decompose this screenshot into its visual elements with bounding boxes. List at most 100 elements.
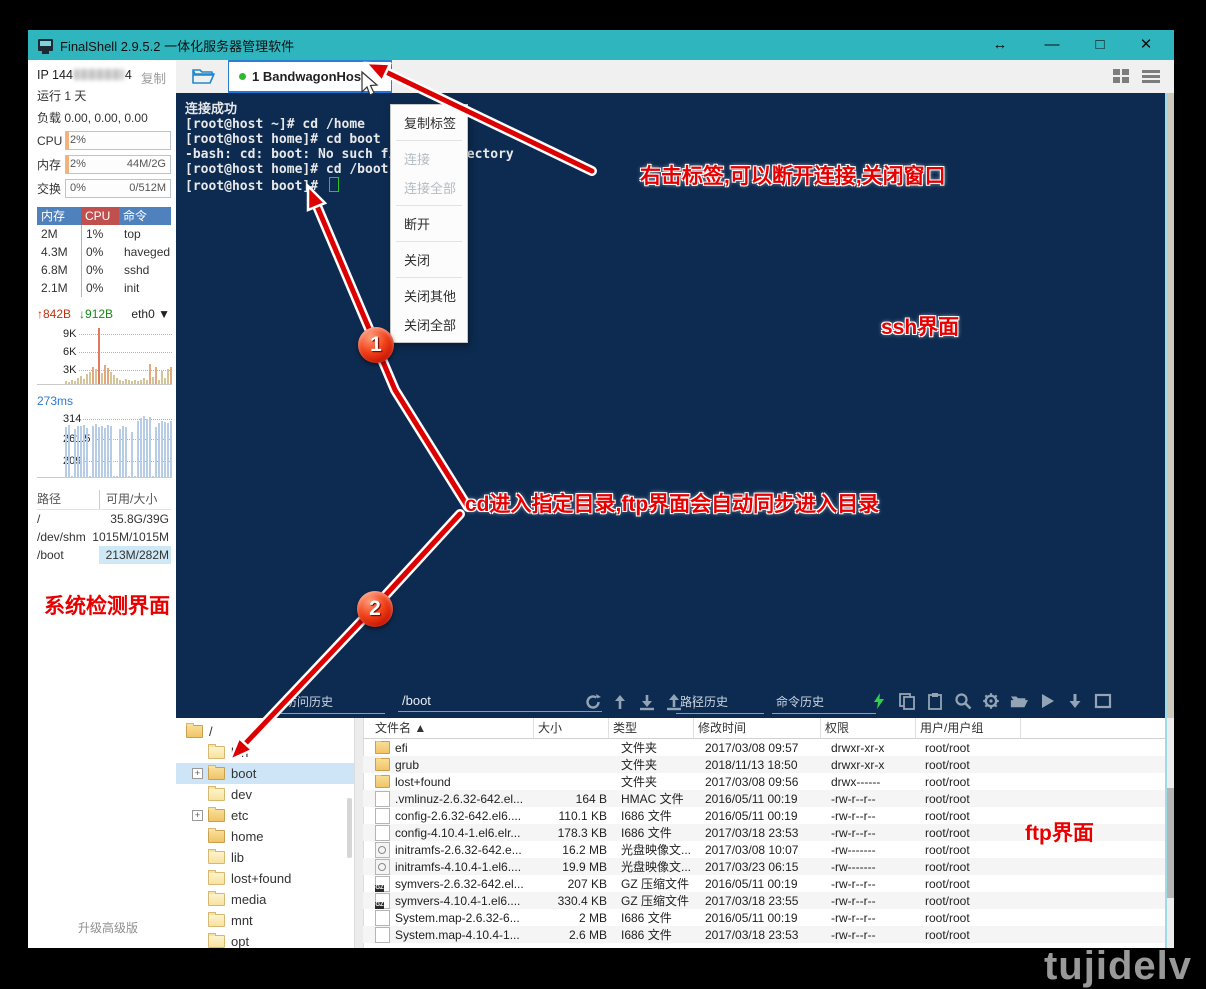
uptime-label: 运行 1 天 [37, 87, 170, 104]
bar [101, 373, 103, 384]
tree-item-boot[interactable]: +boot [176, 763, 354, 784]
tree-item-lib[interactable]: lib [176, 847, 354, 868]
settings-gear-icon[interactable] [982, 692, 1000, 710]
tree-item-media[interactable]: media [176, 889, 354, 910]
ftp-scrollbar[interactable] [1165, 718, 1174, 948]
expander-icon[interactable]: + [192, 768, 203, 779]
menu-item-复制标签[interactable]: 复制标签 [391, 108, 467, 137]
copy-ip-button[interactable]: 复制 [141, 68, 166, 87]
file-row[interactable]: efi文件夹2017/03/08 09:57drwxr-xr-xroot/roo… [363, 739, 1167, 756]
sync-lightning-icon[interactable] [870, 692, 888, 710]
tree-item-bin[interactable]: bin [176, 742, 354, 763]
grid-view-icon[interactable] [1113, 69, 1130, 84]
file-row[interactable]: config-2.6.32-642.el6....110.1 KBI686 文件… [363, 807, 1167, 824]
tab-bandwagonhost[interactable]: 1 BandwagonHost [228, 60, 392, 94]
tree-item-dev[interactable]: dev [176, 784, 354, 805]
refresh-icon[interactable] [584, 693, 602, 711]
file-icon [375, 927, 390, 943]
memory-label: 内存 [37, 156, 65, 173]
terminal-line: [root@host home]# cd boot [185, 132, 1167, 147]
network-graph: 9K6K3K [37, 324, 172, 385]
folder-icon [208, 746, 225, 759]
paste-icon[interactable] [926, 692, 944, 710]
maximize-button[interactable]: □ [1078, 30, 1122, 60]
network-stats: ↑842B ↓912B eth0 ▼ [37, 307, 170, 321]
file-col-header[interactable]: 修改时间 [694, 718, 821, 738]
parent-directory-icon[interactable] [611, 693, 629, 711]
memory-progressbar: 2% 44M/2G [65, 155, 171, 174]
ssh-terminal[interactable]: 连接成功[root@host ~]# cd /home[root@host ho… [176, 93, 1167, 697]
disk-table: 路径 可用/大小 /35.8G/39G/dev/shm1015M/1015M/b… [37, 490, 171, 564]
process-table: 内存 CPU 命令 2M1%top4.3M0%haveged6.8M0%sshd… [37, 207, 171, 297]
tree-item-/[interactable]: / [176, 721, 354, 742]
path-history-dropdown[interactable]: 路径历史 [676, 692, 764, 714]
file-row[interactable]: symvers-2.6.32-642.el...207 KBGZ 压缩文件201… [363, 875, 1167, 892]
open-connection-folder-icon[interactable] [191, 66, 215, 86]
copy-icon[interactable] [898, 692, 916, 710]
path-input[interactable]: /boot [398, 692, 602, 712]
menu-item-连接: 连接 [391, 144, 467, 173]
bar [146, 419, 148, 477]
bar [110, 426, 112, 477]
file-row[interactable]: initramfs-4.10.4-1.el6....19.9 MB光盘映像文..… [363, 858, 1167, 875]
bar [122, 381, 124, 384]
download-icon[interactable] [638, 693, 656, 711]
tree-item-lost+found[interactable]: lost+found [176, 868, 354, 889]
file-row[interactable]: symvers-4.10.4-1.el6....330.4 KBGZ 压缩文件2… [363, 892, 1167, 909]
tree-item-etc[interactable]: +etc [176, 805, 354, 826]
menu-item-关闭全部[interactable]: 关闭全部 [391, 310, 467, 339]
file-col-header[interactable]: 大小 [534, 718, 609, 738]
file-row[interactable]: initramfs-2.6.32-642.e...16.2 MB光盘映像文...… [363, 841, 1167, 858]
tree-scrollbar[interactable] [347, 798, 352, 858]
process-row[interactable]: 6.8M0%sshd [37, 261, 171, 279]
file-col-header[interactable]: 文件名 ▲ [371, 718, 534, 738]
terminal-scrollbar[interactable] [1165, 93, 1174, 718]
tree-item-home[interactable]: home [176, 826, 354, 847]
file-col-header[interactable]: 类型 [609, 718, 694, 738]
tree-item-label: home [231, 829, 264, 844]
tab-context-menu: 复制标签连接连接全部断开关闭关闭其他关闭全部 [390, 104, 468, 343]
menu-item-断开[interactable]: 断开 [391, 209, 467, 238]
bar [83, 379, 85, 384]
watermark: tujidelv [1044, 944, 1192, 989]
bar [74, 381, 76, 384]
bar [125, 427, 127, 477]
file-row[interactable]: lost+found文件夹2017/03/08 09:56drwx------r… [363, 773, 1167, 790]
window-icon[interactable] [1094, 692, 1112, 710]
file-icon [375, 910, 390, 926]
col-cpu: CPU [81, 207, 119, 225]
file-row[interactable]: grub文件夹2018/11/13 18:50drwxr-xr-xroot/ro… [363, 756, 1167, 773]
file-name: symvers-4.10.4-1.el6.... [395, 894, 520, 908]
folder-icon [208, 851, 225, 864]
search-icon[interactable] [954, 692, 972, 710]
file-row[interactable]: System.map-2.6.32-6...2 MBI686 文件2016/05… [363, 909, 1167, 926]
file-col-header[interactable]: 权限 [821, 718, 916, 738]
process-row[interactable]: 2M1%top [37, 225, 171, 243]
close-button[interactable]: ✕ [1124, 30, 1168, 60]
bar [95, 424, 97, 477]
bar [113, 476, 115, 477]
process-row[interactable]: 4.3M0%haveged [37, 243, 171, 261]
list-menu-icon[interactable] [1142, 70, 1160, 85]
menu-item-关闭[interactable]: 关闭 [391, 245, 467, 274]
interface-selector[interactable]: eth0 ▼ [131, 307, 170, 321]
resize-icon[interactable]: ↔ [978, 30, 1022, 60]
process-row[interactable]: 2.1M0%init [37, 279, 171, 297]
file-col-header[interactable]: 用户/用户组 [916, 718, 1021, 738]
download-arrow-icon[interactable] [1066, 692, 1084, 710]
command-history-dropdown[interactable]: 命令历史 [772, 692, 876, 714]
menu-item-关闭其他[interactable]: 关闭其他 [391, 281, 467, 310]
run-play-icon[interactable] [1038, 692, 1056, 710]
minimize-button[interactable]: — [1030, 30, 1074, 60]
open-folder-icon[interactable] [1010, 692, 1028, 710]
expander-icon[interactable]: + [192, 810, 203, 821]
bar [134, 476, 136, 477]
tree-item-opt[interactable]: opt [176, 931, 354, 948]
file-row[interactable]: System.map-4.10.4-1...2.6 MBI686 文件2017/… [363, 926, 1167, 943]
tree-item-mnt[interactable]: mnt [176, 910, 354, 931]
app-icon [38, 39, 53, 51]
file-row[interactable]: .vmlinuz-2.6.32-642.el...164 BHMAC 文件201… [363, 790, 1167, 807]
visit-history-dropdown[interactable]: 访问历史 [281, 692, 385, 714]
file-row[interactable]: config-4.10.4-1.el6.elr...178.3 KBI686 文… [363, 824, 1167, 841]
upgrade-link[interactable]: 升级高级版 [78, 919, 138, 936]
